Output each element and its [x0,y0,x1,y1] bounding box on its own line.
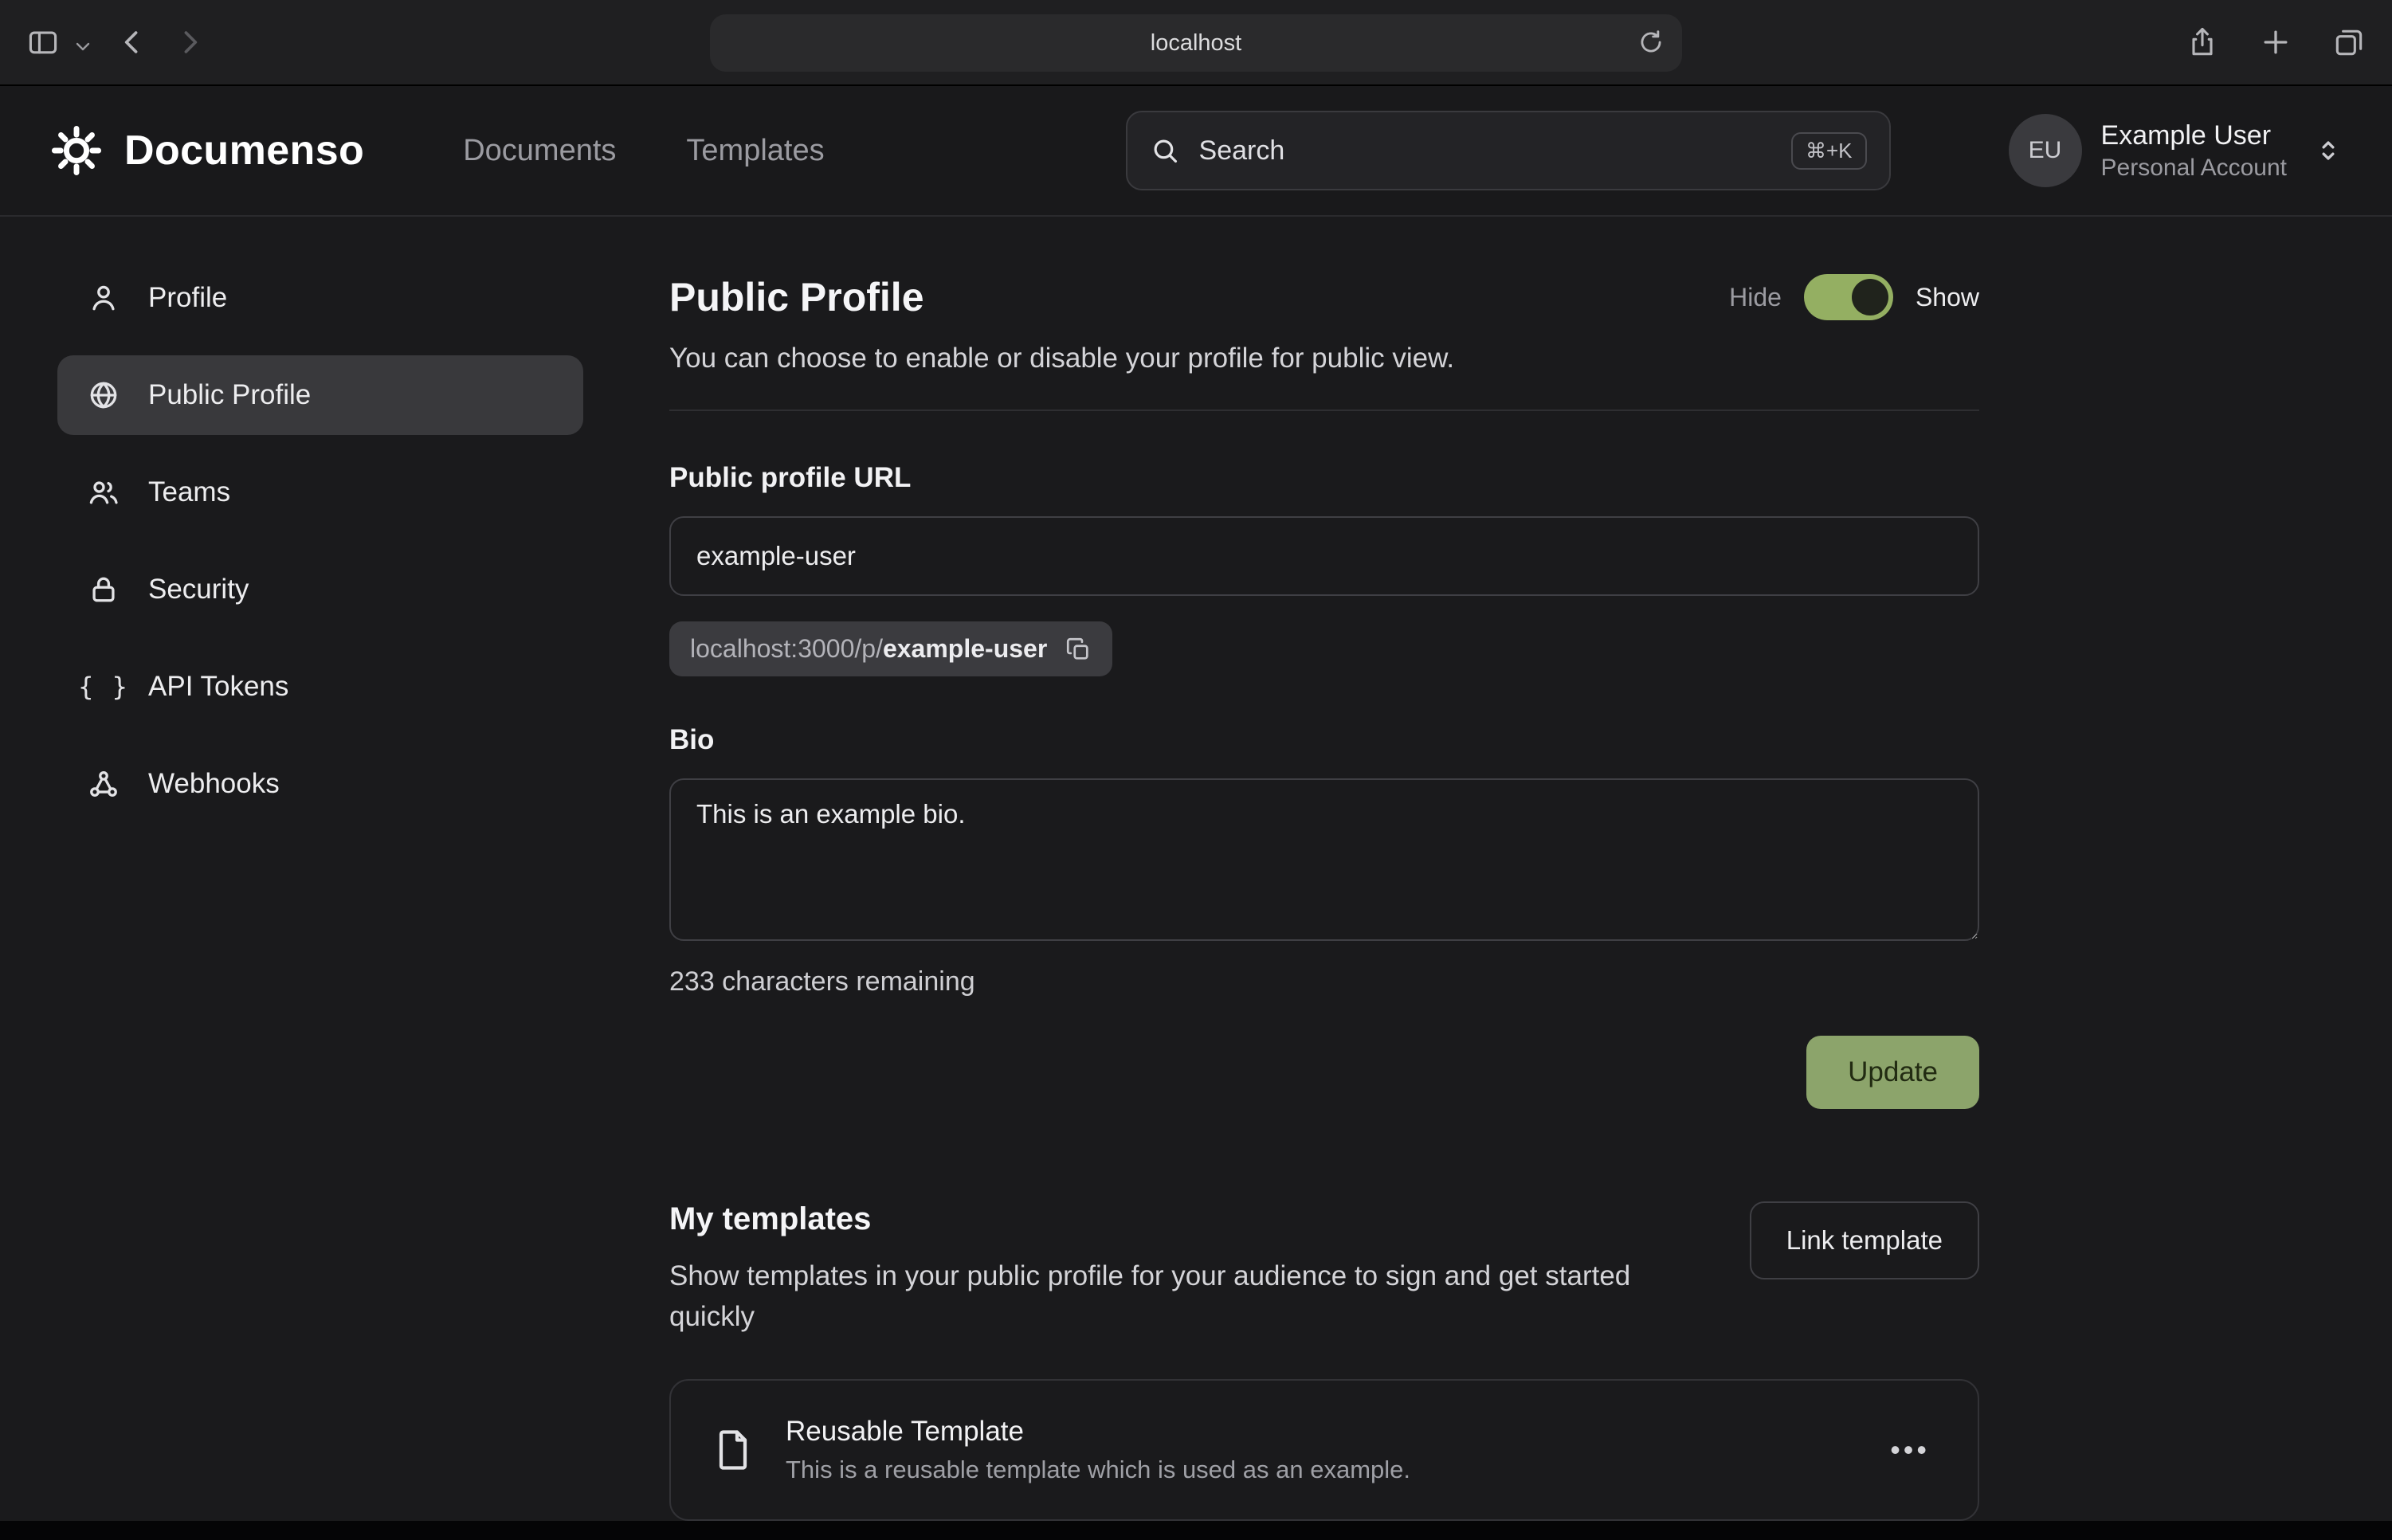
template-name: Reusable Template [786,1416,1852,1448]
characters-remaining: 233 characters remaining [669,966,1979,997]
main-nav: Documents Templates [463,134,824,168]
bio-label: Bio [669,724,1979,756]
sidebar-item-profile[interactable]: Profile [57,258,583,338]
sidebar-item-label: Webhooks [148,768,280,800]
sidebar-item-label: Public Profile [148,379,311,411]
sidebar-item-label: API Tokens [148,671,288,703]
my-templates-title: My templates [669,1201,1721,1237]
nav-documents[interactable]: Documents [463,134,616,168]
lock-icon [86,572,121,607]
visibility-toggle-group: Hide Show [1729,274,1979,320]
toggle-show-label: Show [1916,283,1979,312]
person-icon [86,280,121,315]
divider [669,409,1979,411]
window-bottom-edge [0,1521,2392,1540]
search-shortcut-badge: ⌘+K [1791,132,1867,170]
chevron-up-down-icon [2312,135,2344,167]
sidebar-item-webhooks[interactable]: Webhooks [57,744,583,824]
page-subtitle: You can choose to enable or disable your… [669,343,1979,374]
new-tab-icon[interactable] [2258,25,2293,60]
bio-textarea[interactable]: This is an example bio. [669,778,1979,941]
toggle-knob [1852,279,1888,315]
sidebar-item-teams[interactable]: Teams [57,453,583,532]
sidebar-item-label: Teams [148,476,230,508]
update-button[interactable]: Update [1806,1036,1979,1109]
template-description: This is a reusable template which is use… [786,1456,1852,1484]
sidebar-item-label: Profile [148,282,227,314]
user-name: Example User [2101,119,2287,153]
address-bar[interactable]: localhost [710,14,1682,72]
link-template-button[interactable]: Link template [1750,1201,1979,1279]
globe-icon [86,378,121,413]
documenso-logo-icon [48,122,105,179]
forward-icon[interactable] [172,25,207,60]
profile-url-preview[interactable]: localhost:3000/p/example-user [669,621,1112,676]
user-menu[interactable]: EU Example User Personal Account [2009,114,2344,187]
users-icon [86,475,121,510]
refresh-icon[interactable] [1636,27,1666,57]
search-box[interactable]: ⌘+K [1126,111,1891,190]
sidebar-toggle-icon[interactable] [25,25,61,60]
template-menu-ellipsis-icon[interactable]: ••• [1880,1433,1939,1467]
file-icon [709,1423,757,1477]
sidebar-item-label: Security [148,574,249,605]
tab-overview-icon[interactable] [2331,25,2367,60]
toggle-hide-label: Hide [1729,283,1782,312]
brand[interactable]: Documenso [48,122,364,179]
app-header: Documenso Documents Templates ⌘+K EU Exa… [0,86,2392,217]
page-title: Public Profile [669,274,924,320]
sidebar-item-security[interactable]: Security [57,550,583,629]
profile-url-input[interactable] [669,516,1979,596]
share-icon[interactable] [2185,25,2220,60]
main-panel: Public Profile Hide Show You can choose … [637,217,1979,1521]
webhook-icon [86,766,121,801]
braces-icon: { } [86,669,121,704]
profile-url-preview-text: localhost:3000/p/example-user [690,634,1047,664]
address-bar-url: localhost [1151,30,1241,57]
profile-url-label: Public profile URL [669,462,1979,494]
brand-name: Documenso [124,127,364,174]
search-input[interactable] [1199,135,1772,167]
browser-toolbar: localhost [0,0,2392,86]
user-account-type: Personal Account [2101,153,2287,183]
settings-sidebar: Profile Public Profile Teams Security [0,217,637,1521]
avatar[interactable]: EU [2009,114,2082,187]
search-icon [1150,135,1180,166]
copy-icon[interactable] [1065,636,1092,663]
sidebar-item-public-profile[interactable]: Public Profile [57,355,583,435]
back-icon[interactable] [115,25,150,60]
nav-templates[interactable]: Templates [686,134,824,168]
chevron-down-icon[interactable] [73,33,92,52]
my-templates-description: Show templates in your public profile fo… [669,1256,1721,1338]
template-card: Reusable Template This is a reusable tem… [669,1379,1979,1521]
app-window: localhost [0,0,2392,1506]
profile-visibility-toggle[interactable] [1804,274,1893,320]
sidebar-item-api-tokens[interactable]: { } API Tokens [57,647,583,727]
